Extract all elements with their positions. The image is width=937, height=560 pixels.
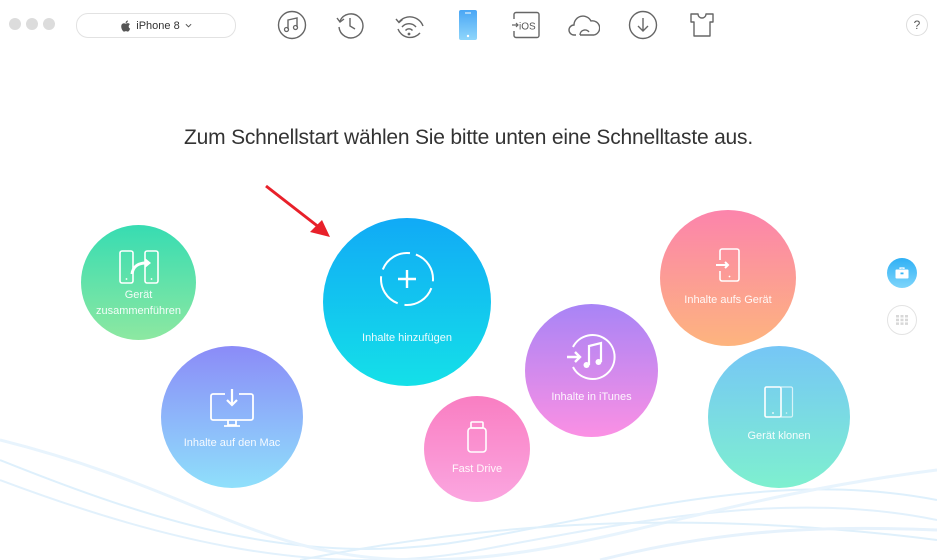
device-name: iPhone 8 (136, 19, 180, 32)
device-selector[interactable]: iPhone 8 (76, 13, 236, 38)
window-close-button[interactable] (9, 18, 21, 30)
device-icon (459, 10, 477, 40)
briefcase-icon (895, 267, 909, 279)
theme-button[interactable] (686, 9, 718, 41)
quick-action-label: zusammenführen (96, 305, 181, 317)
grid-button[interactable] (887, 305, 917, 335)
music-icon (277, 10, 307, 40)
apple-icon (121, 20, 131, 32)
help-button[interactable]: ? (906, 14, 928, 36)
quick-action-merge-devices[interactable]: Gerät zusammenführen (81, 225, 196, 340)
shirt-icon (690, 13, 714, 37)
red-arrow-annotation (265, 184, 330, 237)
quick-action-fast-drive[interactable]: Fast Drive (424, 396, 530, 502)
quick-action-to-itunes[interactable]: Inhalte in iTunes (525, 304, 658, 437)
quick-action-label: Inhalte in iTunes (551, 390, 632, 403)
add-content-icon (380, 252, 434, 306)
merge-devices-icon (118, 250, 159, 284)
phone-import-icon (716, 248, 740, 282)
quick-action-label: Gerät klonen (747, 430, 811, 442)
download-button[interactable] (627, 9, 659, 41)
window-minimize-button[interactable] (26, 18, 38, 30)
history-icon (336, 13, 364, 39)
toolbar: iPhone 8 iOS ? (0, 0, 937, 50)
quick-action-label: Inhalte auf den Mac (183, 437, 281, 449)
quick-action-label: Inhalte aufs Gerät (684, 294, 772, 306)
toolkit-button[interactable] (887, 258, 917, 288)
download-icon (628, 10, 658, 40)
quick-action-to-mac[interactable]: Inhalte auf den Mac (161, 346, 303, 488)
cloud-button[interactable] (568, 9, 600, 41)
itunes-transfer-icon (566, 333, 616, 380)
cloud-icon (568, 15, 600, 36)
clone-device-icon (764, 386, 794, 418)
quick-action-label: Gerät (124, 289, 153, 301)
usb-drive-icon (467, 421, 487, 453)
device-button[interactable] (452, 9, 484, 41)
wifi-button[interactable] (393, 9, 425, 41)
wifi-restore-icon (395, 16, 424, 39)
chevron-down-icon (185, 23, 192, 28)
quick-action-add-content[interactable]: Inhalte hinzufügen (323, 218, 491, 386)
quick-action-clone-device[interactable]: Gerät klonen (708, 346, 850, 488)
window-zoom-button[interactable] (43, 18, 55, 30)
monitor-download-icon (210, 389, 254, 427)
to-ios-label: iOS (519, 22, 536, 33)
grid-icon (896, 315, 908, 325)
history-button[interactable] (334, 9, 366, 41)
quick-action-to-device[interactable]: Inhalte aufs Gerät (660, 210, 796, 346)
quick-action-label: Fast Drive (451, 463, 503, 475)
page-headline: Zum Schnellstart wählen Sie bitte unten … (184, 126, 753, 149)
music-button[interactable] (276, 9, 308, 41)
to-ios-button[interactable]: iOS (510, 9, 542, 41)
to-ios-icon: iOS (512, 11, 540, 39)
quick-action-label: Inhalte hinzufügen (362, 332, 452, 344)
